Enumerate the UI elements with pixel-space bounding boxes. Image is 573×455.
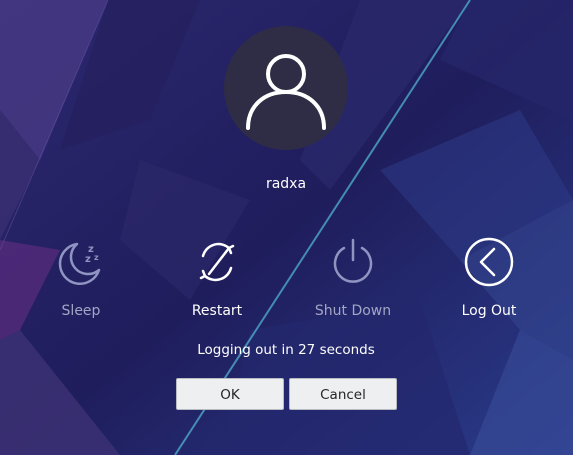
restart-action[interactable]: Restart bbox=[167, 232, 267, 324]
svg-text:z: z bbox=[85, 254, 91, 265]
restart-icon bbox=[199, 242, 235, 282]
sleep-label: Sleep bbox=[61, 303, 101, 319]
user-silhouette-icon bbox=[246, 54, 326, 130]
restart-label: Restart bbox=[191, 303, 243, 319]
ok-button[interactable]: OK bbox=[176, 378, 284, 410]
power-icon bbox=[333, 238, 373, 283]
moon-sleep-icon: z z z bbox=[58, 242, 101, 286]
shutdown-label: Shut Down bbox=[314, 303, 392, 319]
username-label: radxa bbox=[265, 176, 307, 192]
shutdown-action[interactable]: Shut Down bbox=[303, 232, 403, 324]
logout-screen: radxa z z z Sleep Restart Shut Down Log … bbox=[0, 0, 573, 455]
logout-chevron-icon bbox=[464, 237, 514, 287]
svg-text:z: z bbox=[94, 253, 99, 262]
logout-action[interactable]: Log Out bbox=[439, 232, 539, 324]
user-avatar bbox=[224, 26, 348, 150]
logout-label: Log Out bbox=[461, 303, 517, 319]
logout-countdown-text: Logging out in 27 seconds bbox=[197, 342, 375, 358]
cancel-button[interactable]: Cancel bbox=[289, 378, 397, 410]
sleep-action[interactable]: z z z Sleep bbox=[31, 232, 131, 324]
